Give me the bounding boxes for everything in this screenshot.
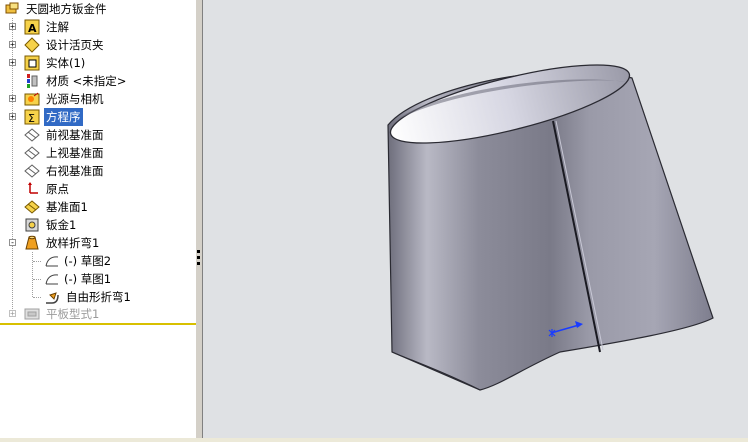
tree-item-material[interactable]: 材质 <未指定>	[0, 72, 196, 90]
tree-item-equations[interactable]: + Σ 方程序	[0, 108, 196, 126]
sketch-icon	[45, 256, 59, 267]
expand-toggle[interactable]: +	[9, 113, 16, 121]
tree-item-label: 材质 <未指定>	[46, 74, 127, 88]
splitter-grip	[197, 250, 200, 253]
tree-root[interactable]: 天圆地方钣金件	[0, 0, 196, 18]
tree-item-front-plane[interactable]: 前视基准面	[0, 126, 196, 144]
expand-toggle[interactable]: +	[9, 310, 16, 318]
tree-item-label: 原点	[46, 182, 69, 196]
svg-text:Σ: Σ	[28, 112, 35, 125]
sheet-metal-icon	[25, 218, 39, 232]
tree-item-label: 钣金1	[46, 218, 77, 232]
tree-item-lights-cameras[interactable]: + 光源与相机	[0, 90, 196, 108]
tree-item-label: 注解	[46, 20, 69, 34]
bend-icon	[46, 292, 59, 304]
tree-item-flat-pattern1[interactable]: + 平板型式1	[0, 305, 196, 323]
tree-item-sketch2[interactable]: (-) 草图2	[0, 252, 196, 270]
splitter-grip	[197, 256, 200, 259]
tree-item-label: (-) 草图1	[64, 272, 112, 286]
tree-guide-line	[33, 297, 41, 298]
flat-pattern-icon	[24, 308, 40, 320]
tree-item-label: 实体(1)	[46, 56, 86, 70]
lights-cameras-icon	[24, 92, 40, 106]
tree-item-label: 前视基准面	[46, 128, 104, 142]
material-icon	[27, 74, 38, 88]
pane-splitter[interactable]	[196, 0, 203, 438]
tree-item-label: 右视基准面	[46, 164, 104, 178]
tree-item-right-plane[interactable]: 右视基准面	[0, 162, 196, 180]
tree-item-plane1[interactable]: 基准面1	[0, 198, 196, 216]
tree-item-solid-bodies[interactable]: + 实体(1)	[0, 54, 196, 72]
part-icon	[5, 2, 19, 14]
sketch-icon	[45, 274, 59, 285]
plane-icon	[24, 146, 40, 160]
solid-bodies-icon	[24, 55, 40, 71]
graphics-viewport[interactable]	[203, 0, 748, 438]
tree-item-label: 平板型式1	[46, 307, 100, 321]
tree-item-sheet-metal1[interactable]: 钣金1	[0, 216, 196, 234]
splitter-grip	[197, 262, 200, 265]
plane-icon	[24, 128, 40, 142]
design-binder-icon	[24, 37, 40, 53]
svg-text:A: A	[28, 22, 37, 35]
origin-icon	[28, 182, 38, 194]
annotation-icon: A	[24, 19, 40, 35]
collapse-toggle[interactable]: -	[9, 239, 16, 247]
expand-toggle[interactable]: +	[9, 41, 16, 49]
lofted-bend-icon	[25, 235, 39, 250]
tree-item-label: (-) 草图2	[64, 254, 112, 268]
expand-toggle[interactable]: +	[9, 59, 16, 67]
tree-item-label: 光源与相机	[46, 92, 104, 106]
feature-manager-tree: 天圆地方钣金件 + A 注解 + 设计活页夹 + 实体(1) 材质 <未指定> …	[0, 0, 197, 438]
plane-feature-icon	[24, 200, 40, 214]
model-view[interactable]	[203, 0, 748, 438]
equations-icon: Σ	[24, 109, 40, 125]
tree-item-lofted-bend1[interactable]: - 放样折弯1	[0, 234, 196, 252]
tree-item-label: 放样折弯1	[46, 236, 100, 250]
tree-item-label: 基准面1	[46, 200, 88, 214]
tree-item-label: 方程序	[44, 108, 83, 126]
expand-toggle[interactable]: +	[9, 23, 16, 31]
tree-guide-line	[33, 261, 41, 262]
plane-icon	[24, 164, 40, 178]
tree-item-sketch1[interactable]: (-) 草图1	[0, 270, 196, 288]
tree-root-label: 天圆地方钣金件	[26, 2, 107, 16]
tree-item-freeform-bend1[interactable]: 自由形折弯1	[0, 288, 196, 306]
rollback-bar[interactable]	[0, 323, 196, 325]
tree-guide-line	[33, 279, 41, 280]
tree-item-label: 上视基准面	[46, 146, 104, 160]
expand-toggle[interactable]: +	[9, 95, 16, 103]
tree-item-origin[interactable]: 原点	[0, 180, 196, 198]
tree-item-annotations[interactable]: + A 注解	[0, 18, 196, 36]
tree-item-top-plane[interactable]: 上视基准面	[0, 144, 196, 162]
tree-item-label: 设计活页夹	[46, 38, 104, 52]
tree-item-label: 自由形折弯1	[66, 290, 131, 304]
tree-item-design-binder[interactable]: + 设计活页夹	[0, 36, 196, 54]
